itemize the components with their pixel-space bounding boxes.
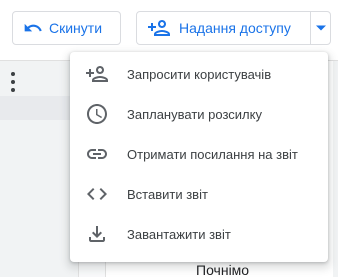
menu-item-label: Запланувати розсилку	[127, 106, 262, 122]
caret-down-icon	[315, 25, 326, 31]
menu-item-embed-report[interactable]: Вставити звіт	[70, 174, 328, 214]
canvas-partial-text: Почнімо	[196, 262, 250, 278]
person-add-icon	[148, 20, 170, 36]
menu-item-download-report[interactable]: Завантажити звіт	[70, 214, 328, 254]
code-icon	[85, 182, 109, 206]
share-button[interactable]: Надання доступу	[136, 11, 311, 45]
undo-icon	[24, 23, 42, 32]
left-panel	[0, 61, 78, 277]
share-dropdown-menu: Запросити користувачів Запланувати розси…	[70, 52, 328, 262]
reset-button[interactable]: Скинути	[12, 11, 121, 45]
menu-item-invite-users[interactable]: Запросити користувачів	[70, 54, 328, 94]
scrollbar[interactable]	[333, 61, 338, 277]
share-button-label: Надання доступу	[179, 20, 291, 36]
link-icon	[85, 142, 109, 166]
download-icon	[85, 222, 109, 246]
more-options-icon[interactable]	[8, 72, 18, 92]
menu-item-get-report-link[interactable]: Отримати посилання на звіт	[70, 134, 328, 174]
menu-item-label: Отримати посилання на звіт	[127, 146, 298, 162]
menu-item-label: Завантажити звіт	[127, 226, 231, 242]
person-add-icon	[85, 62, 109, 86]
clock-icon	[85, 102, 109, 126]
menu-item-schedule-email[interactable]: Запланувати розсилку	[70, 94, 328, 134]
share-menu-toggle[interactable]	[310, 11, 331, 45]
left-panel-row	[0, 96, 78, 120]
report-toolbar: Скинути Надання доступу	[0, 0, 338, 60]
reset-button-label: Скинути	[49, 20, 103, 36]
menu-item-label: Вставити звіт	[127, 186, 208, 202]
menu-item-label: Запросити користувачів	[127, 66, 272, 82]
